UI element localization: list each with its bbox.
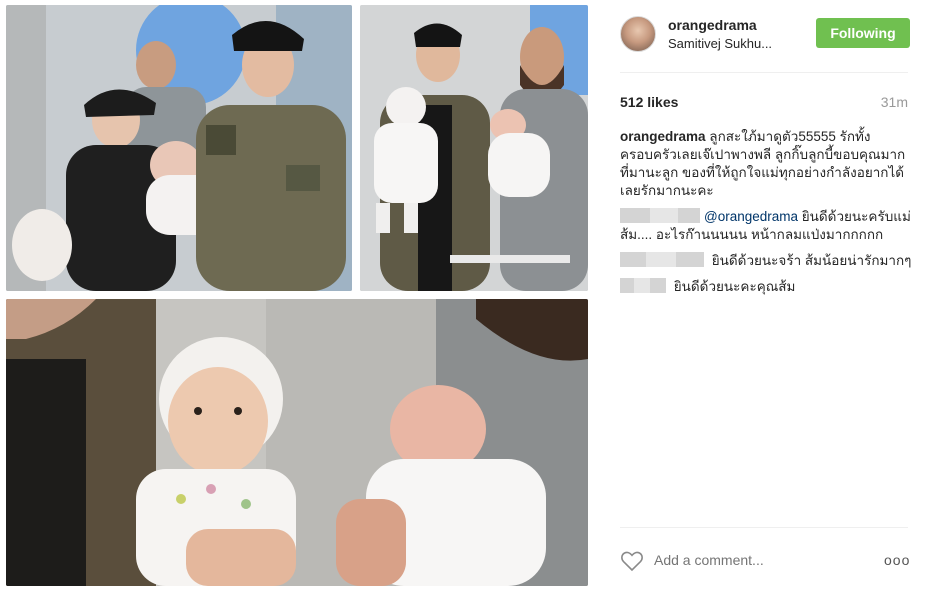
- redacted-username: [620, 251, 704, 267]
- more-options-icon[interactable]: ooo: [884, 552, 910, 568]
- post-time: 31m: [880, 94, 908, 110]
- comment-text: ยินดีด้วยนะจร้า ส้มน้อยน่ารักมากๆ: [711, 253, 912, 268]
- post-location[interactable]: Samitivej Sukhu...: [668, 36, 772, 51]
- comment-username[interactable]: orangedrama: [620, 129, 706, 144]
- redacted-username: [620, 207, 700, 223]
- post-side-panel: orangedrama Samitivej Sukhu... Following…: [604, 0, 928, 592]
- header-divider: [620, 72, 908, 73]
- photo-bottom-wide[interactable]: [6, 299, 588, 586]
- following-button[interactable]: Following: [816, 18, 910, 48]
- comment-item: ยินดีด้วยนะคะคุณส้ม: [620, 277, 912, 296]
- comment-list: orangedrama ลูกสะใภ้มาดูตัว55555 รักทั้ง…: [620, 128, 912, 304]
- likes-count[interactable]: 512 likes: [620, 94, 678, 110]
- heart-outline-icon[interactable]: [620, 550, 644, 572]
- add-comment-bar: ooo: [620, 548, 910, 576]
- avatar[interactable]: [620, 16, 656, 52]
- footer-divider: [620, 527, 908, 528]
- photo-top-left-illustration: [6, 5, 352, 291]
- post-username[interactable]: orangedrama: [668, 17, 757, 33]
- post-header: orangedrama Samitivej Sukhu... Following: [620, 14, 910, 58]
- comment-item: orangedrama ลูกสะใภ้มาดูตัว55555 รักทั้ง…: [620, 128, 912, 200]
- comment-text: ยินดีด้วยนะคะคุณส้ม: [673, 279, 796, 294]
- photo-top-right[interactable]: [360, 5, 588, 291]
- comment-item: @orangedrama ยินดีด้วยนะครับแม่ส้ม.... อ…: [620, 207, 912, 244]
- photo-top-left[interactable]: [6, 5, 352, 291]
- comment-item: ยินดีด้วยนะจร้า ส้มน้อยน่ารักมากๆ: [620, 251, 912, 270]
- comment-mention[interactable]: @orangedrama: [704, 209, 798, 224]
- add-comment-input[interactable]: [654, 552, 834, 568]
- redacted-username: [620, 277, 666, 293]
- photo-top-right-illustration: [360, 5, 588, 291]
- post-media[interactable]: [0, 0, 596, 592]
- photo-bottom-illustration: [6, 299, 588, 586]
